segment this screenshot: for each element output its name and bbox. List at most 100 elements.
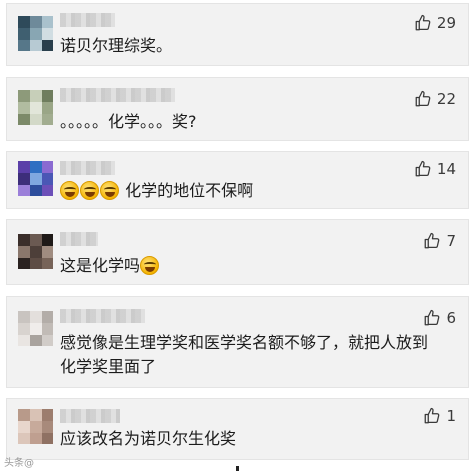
avatar-pixel [30,16,42,28]
username-blurred[interactable] [60,309,145,323]
like-button[interactable]: 22 [414,90,456,108]
avatar-pixel [18,161,30,173]
avatar-pixel [42,258,53,269]
like-count: 6 [446,309,456,327]
avatar-pixel [30,335,42,346]
avatar-pixel [42,323,53,335]
avatar[interactable] [18,234,53,269]
thumbs-up-icon [414,160,432,178]
like-count: 14 [436,160,456,178]
avatar-pixel [30,161,42,173]
avatar-pixel [18,421,30,433]
avatar-pixel [30,40,42,51]
like-count: 29 [436,14,456,32]
username-blurred[interactable] [60,13,115,27]
comment-card: 化学的地位不保啊 14 [6,151,469,209]
avatar-pixel [42,246,53,258]
comment-text-line-1: 感觉像是生理学奖和医学奖名额不够了，就把人放到 [60,333,429,352]
avatar-pixel [42,311,53,323]
avatar-pixel [42,335,53,346]
comment-text-line-2: 化学奖里面了 [60,357,157,376]
like-button[interactable]: 14 [414,160,456,178]
username-blurred[interactable] [60,232,98,246]
comment-text: 诺贝尔理综奖。 [60,36,173,55]
avatar-pixel [42,102,53,114]
avatar-pixel [42,173,53,185]
thumbs-up-icon [423,232,441,250]
avatar-pixel [30,90,42,102]
avatar-pixel [30,246,42,258]
avatar-pixel [30,102,42,114]
avatar-pixel [42,421,53,433]
avatar-pixel [30,258,42,269]
avatar-pixel [18,323,30,335]
thumbs-up-icon [414,90,432,108]
avatar-pixel [30,114,42,125]
comment-card: 。。。。。化学。。。奖? 22 [6,77,469,141]
avatar-pixel [18,90,30,102]
avatar-pixel [30,234,42,246]
like-button[interactable]: 7 [423,232,456,250]
avatar-pixel [30,409,42,421]
like-button[interactable]: 6 [423,309,456,327]
avatar-pixel [18,311,30,323]
avatar-pixel [18,114,30,125]
avatar-pixel [30,311,42,323]
avatar-pixel [18,409,30,421]
avatar-pixel [18,16,30,28]
avatar[interactable] [18,161,53,196]
comment-text: 应该改名为诺贝尔生化奖 [60,429,237,448]
avatar-pixel [18,335,30,346]
avatar-pixel [42,185,53,196]
avatar-pixel [18,173,30,185]
avatar-pixel [42,28,53,40]
thumbs-up-icon [423,407,441,425]
like-button[interactable]: 29 [414,14,456,32]
laughing-tears-emoji-icon [80,181,99,200]
avatar-pixel [42,161,53,173]
avatar-pixel [42,90,53,102]
laughing-tears-emoji-icon [100,181,119,200]
laughing-tears-emoji-icon [60,181,79,200]
comment-text: 化学的地位不保啊 [60,179,253,203]
avatar[interactable] [18,311,53,346]
thumbs-up-icon [414,14,432,32]
laughing-tears-emoji-icon [140,256,160,275]
username-blurred[interactable] [60,409,120,423]
avatar-pixel [18,246,30,258]
comment-card: 感觉像是生理学奖和医学奖名额不够了，就把人放到 化学奖里面了 6 [6,296,469,388]
avatar-pixel [30,433,42,444]
avatar-pixel [18,185,30,196]
avatar-pixel [30,421,42,433]
avatar-pixel [42,40,53,51]
like-count: 7 [446,232,456,250]
comment-text: 这是化学吗 [60,254,160,278]
avatar-pixel [18,40,30,51]
avatar-pixel [30,28,42,40]
avatar-pixel [18,258,30,269]
avatar-pixel [42,16,53,28]
avatar-pixel [18,102,30,114]
like-count: 22 [436,90,456,108]
like-button[interactable]: 1 [423,407,456,425]
username-blurred[interactable] [60,161,115,175]
avatar-pixel [42,433,53,444]
avatar-pixel [18,234,30,246]
avatar[interactable] [18,409,53,444]
like-count: 1 [446,407,456,425]
avatar-pixel [42,114,53,125]
comment-card: 这是化学吗 7 [6,219,469,285]
username-blurred[interactable] [60,88,175,102]
comment-text-after-emoji: 化学的地位不保啊 [125,181,254,200]
avatar-pixel [30,323,42,335]
avatar-pixel [18,433,30,444]
avatar[interactable] [18,90,53,125]
avatar[interactable] [18,16,53,51]
comment-text: 。。。。。化学。。。奖? [60,112,197,131]
avatar-pixel [30,185,42,196]
watermark: 头条@ [4,458,34,469]
avatar-pixel [30,173,42,185]
divider [236,466,239,471]
avatar-pixel [42,409,53,421]
avatar-pixel [18,28,30,40]
